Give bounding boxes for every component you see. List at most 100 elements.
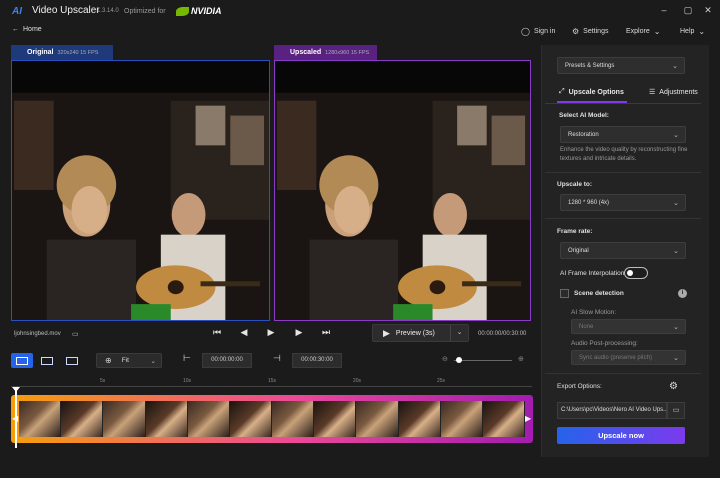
single-view-button[interactable]	[36, 353, 58, 368]
split-view-icon	[16, 356, 28, 365]
divider	[545, 373, 701, 374]
time-display: 00:00:00/00:30:00	[478, 331, 527, 337]
skip-end-button[interactable]: ⏭	[320, 327, 332, 338]
app-logo: AI	[12, 6, 22, 17]
gear-icon: ⚙	[572, 26, 580, 36]
chevron-down-icon: ⌄	[673, 131, 679, 139]
presets-dropdown[interactable]: Presets & Settings ⌄	[557, 57, 685, 74]
play-icon: ▶	[383, 327, 390, 338]
upscale-icon: ⤢	[559, 88, 565, 95]
upscale-now-button[interactable]: Upscale now	[557, 427, 685, 444]
thumbnail	[314, 401, 357, 437]
open-folder-icon[interactable]: ▭	[72, 330, 79, 338]
timeline-zoom-slider[interactable]	[454, 360, 512, 361]
scene-detection-label: Scene detection	[574, 290, 624, 297]
ai-model-dropdown[interactable]: Restoration ⌄	[560, 126, 686, 143]
file-name: ljohnsingbed.mov	[14, 331, 61, 337]
browse-folder-button[interactable]: ▭	[667, 402, 685, 419]
tab-divider	[545, 103, 701, 104]
thumbnail-strip	[19, 401, 525, 437]
original-video-frame[interactable]	[11, 60, 270, 321]
compare-view-button[interactable]	[61, 353, 83, 368]
user-icon: ◯	[521, 26, 530, 36]
slow-motion-dropdown[interactable]: None ⌄	[571, 319, 686, 334]
upscaled-video-frame[interactable]	[274, 60, 531, 321]
timeline-zoom-handle[interactable]	[456, 357, 462, 363]
trim-end-icon[interactable]: ⊣	[273, 353, 281, 364]
optimized-for-text: Optimized for	[124, 8, 166, 15]
explore-menu[interactable]: Explore ⌄	[626, 24, 660, 38]
select-model-label: Select AI Model:	[559, 112, 609, 119]
chevron-down-icon: ⌄	[698, 26, 706, 36]
thumbnail	[482, 401, 525, 437]
app-title: Video Upscaler	[32, 5, 100, 16]
thumbnail	[145, 401, 188, 437]
zoom-in-icon[interactable]: ⊕	[518, 355, 524, 363]
zoom-select[interactable]: ⊕ Fit ⌄	[96, 353, 162, 368]
divider	[545, 172, 701, 173]
play-button[interactable]: ▶	[265, 327, 277, 338]
prev-frame-button[interactable]: ◀	[238, 327, 250, 338]
minimize-button[interactable]: –	[658, 5, 670, 15]
trim-right-handle[interactable]: ▶	[525, 414, 531, 423]
info-icon[interactable]: i	[678, 289, 687, 298]
side-by-side-view-button[interactable]	[11, 353, 33, 368]
chevron-down-icon: ⌄	[673, 354, 679, 362]
frame-rate-dropdown[interactable]: Original ⌄	[560, 242, 686, 259]
active-tab-indicator	[557, 101, 627, 103]
slow-motion-label: AI Slow Motion:	[571, 309, 617, 316]
thumbnail	[61, 401, 104, 437]
video-scene-image	[12, 61, 269, 320]
compare-view-icon	[66, 356, 78, 365]
skip-start-button[interactable]: ⏮	[211, 327, 223, 338]
thumbnail	[187, 401, 230, 437]
frame-interpolation-label: AI Frame Interpolation	[560, 270, 625, 277]
nvidia-logo: NVIDIA	[176, 6, 222, 16]
thumbnail	[272, 401, 315, 437]
next-frame-button[interactable]: ▶	[293, 327, 305, 338]
close-button[interactable]: ✕	[702, 5, 714, 16]
scene-detection-checkbox[interactable]	[560, 289, 569, 298]
chevron-down-icon: ⌄	[673, 247, 679, 255]
model-description: Enhance the video quality by reconstruct…	[560, 147, 688, 162]
folder-icon: ▭	[672, 407, 680, 414]
tab-adjustments[interactable]: ☰ Adjustments	[649, 83, 698, 101]
home-link[interactable]: ← Home	[12, 26, 42, 33]
ruler-tick: 10s	[183, 378, 192, 384]
frame-interpolation-toggle[interactable]	[624, 267, 648, 279]
timeline-ruler[interactable]: 5s 10s 15s 20s 25s	[11, 377, 532, 387]
thumbnail	[19, 401, 62, 437]
toggle-knob	[627, 270, 633, 276]
frame-rate-label: Frame rate:	[557, 228, 593, 235]
trim-start-icon[interactable]: ⊢	[183, 353, 191, 364]
upscaled-tag: Upscaled 1280x960 15 FPS	[274, 45, 377, 60]
preview-dropdown-caret[interactable]: ⌄	[450, 325, 468, 341]
maximize-button[interactable]: ▢	[682, 5, 694, 16]
sign-in-button[interactable]: ◯ Sign in	[521, 24, 555, 38]
divider	[545, 218, 701, 219]
ruler-tick: 5s	[100, 378, 106, 384]
original-tag: Original 320x240 15 FPS	[11, 45, 113, 60]
trim-end-time[interactable]: 00:00:30:00	[292, 353, 342, 368]
preview-button[interactable]: ▶ Preview (3s) ⌄	[372, 324, 469, 342]
tab-upscale-options[interactable]: ⤢ Upscale Options	[559, 83, 624, 101]
export-path-field[interactable]: C:\Users\pc\Videos\Nero AI Video Ups...	[557, 402, 667, 419]
playhead[interactable]	[15, 388, 17, 448]
zoom-icon: ⊕	[105, 356, 112, 365]
trim-start-time[interactable]: 00:00:00:00	[202, 353, 252, 368]
upscale-to-label: Upscale to:	[557, 181, 593, 188]
back-arrow-icon: ←	[12, 26, 19, 33]
audio-post-dropdown[interactable]: Sync audio (preserve pitch) ⌄	[571, 350, 686, 365]
zoom-out-icon[interactable]: ⊖	[442, 355, 448, 363]
upscale-to-dropdown[interactable]: 1280 * 960 (4x) ⌄	[560, 194, 686, 211]
settings-button[interactable]: ⚙ Settings	[572, 24, 608, 38]
timeline-track[interactable]: ◀ ▶	[11, 395, 533, 443]
thumbnail	[398, 401, 441, 437]
video-scene-image	[275, 61, 530, 320]
thumbnail	[103, 401, 146, 437]
gear-icon[interactable]: ⚙	[669, 381, 678, 392]
help-menu[interactable]: Help ⌄	[680, 24, 705, 38]
nvidia-eye-icon	[176, 6, 189, 16]
single-view-icon	[41, 356, 53, 365]
sliders-icon: ☰	[649, 89, 656, 96]
